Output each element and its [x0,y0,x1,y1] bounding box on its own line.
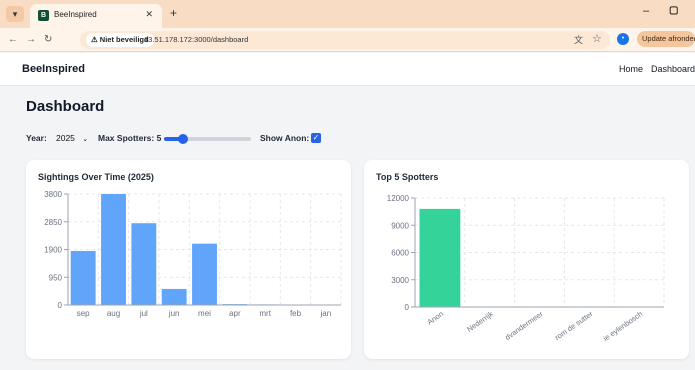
show-anon-label: Show Anon: [260,133,310,143]
spotters-y-tick-label: 9000 [391,221,409,230]
sightings-bar [161,288,187,305]
spotters-y-tick-label: 12000 [387,194,410,203]
sightings-y-tick-label: 950 [49,273,63,282]
close-tab-icon[interactable]: ✕ [145,9,153,20]
spotters-x-tick-label: rom de sutter [553,309,595,342]
sightings-bar [192,243,217,305]
browser-tabbar: ▾ B BeeInspired ✕ + – ▢ [0,0,695,28]
spotters-x-tick-label: Nederrijk [465,309,495,334]
update-button[interactable]: Update afronden [637,31,695,47]
sightings-x-tick-label: mrt [259,309,271,318]
page-title: Dashboard [26,98,105,115]
spotters-y-tick-label: 0 [405,303,410,312]
tab-title: BeeInspired [54,10,97,19]
spotters-x-tick-label: ie eylenbosch [602,309,645,343]
back-arrow-icon[interactable]: ← [8,33,18,47]
sightings-x-tick-label: mei [198,309,211,318]
minimize-icon[interactable]: – [643,5,649,17]
sightings-x-tick-label: aug [107,309,120,318]
spotters-y-tick-label: 3000 [391,276,409,285]
sightings-bar [131,223,157,305]
nav-link-home[interactable]: Home [619,64,643,74]
browser-toolbar: ← → ↻ ⚠ Niet beveiligd 13.51.178.172:300… [0,28,695,52]
favicon-icon: B [38,10,49,21]
sightings-y-tick-label: 2850 [44,218,62,227]
url-text[interactable]: 13.51.178.172:3000/dashboard [144,35,248,44]
sightings-y-tick-label: 3800 [44,190,62,199]
browser-tab[interactable]: B BeeInspired ✕ [30,4,162,28]
sightings-x-tick-label: feb [290,309,302,318]
sightings-x-tick-label: apr [229,309,241,318]
sightings-x-tick-label: jan [319,309,331,318]
sightings-bar [70,250,96,305]
max-spotters-slider[interactable] [164,134,251,144]
year-value: 2025 [56,133,75,143]
sightings-bar [101,194,126,305]
spotters-y-tick-label: 6000 [391,249,409,258]
new-tab-icon[interactable]: + [170,6,177,20]
sightings-chart: 0 950 1900 2850 3800 sep aug jul jun mei apr mrt feb… [44,190,342,318]
sightings-chart-card: Sightings Over Time (2025) 0 950 1900 2850 3… [26,160,351,359]
spotters-bar [419,208,461,307]
sightings-x-tick-label: jul [139,309,148,318]
tab-search-icon[interactable]: ▾ [6,6,24,22]
year-label: Year: [26,133,47,143]
maximize-icon[interactable]: ▢ [669,5,678,16]
chevron-down-icon: ⌄ [82,136,89,143]
sightings-x-tick-label: sep [77,309,90,318]
spotters-x-tick-label: Anon [426,309,446,326]
spotters-x-tick-label: dvandermeer [503,309,545,342]
brand-logo-text[interactable]: BeeInspired [22,63,85,75]
sightings-x-tick-label: jun [168,309,180,318]
show-anon-checkbox[interactable]: ✓ [311,133,321,143]
year-select[interactable]: 2025 ⌄ [52,132,90,145]
slider-thumb[interactable] [178,134,189,144]
forward-arrow-icon[interactable]: → [26,33,36,47]
top-spotters-chart: 0 3000 6000 9000 12000 Anon Nederrijk dvanderme… [387,194,665,343]
sightings-y-tick-label: 0 [58,301,63,310]
profile-avatar[interactable]: • [617,33,629,45]
max-spotters-label: Max Spotters: 5 [98,133,162,143]
reload-icon[interactable]: ↻ [44,33,52,47]
top-spotters-chart-card: Top 5 Spotters 0 3000 6000 9000 12000 Anon Ned… [364,160,689,359]
sightings-y-tick-label: 1900 [44,246,62,255]
address-bar[interactable]: ⚠ Niet beveiligd 13.51.178.172:3000/dash… [80,31,610,49]
translate-icon[interactable]: 文 [574,33,583,46]
bookmark-star-icon[interactable]: ☆ [592,32,602,45]
app-navbar: BeeInspired Home Dashboard [0,53,695,86]
nav-link-dashboard[interactable]: Dashboard [651,64,695,74]
